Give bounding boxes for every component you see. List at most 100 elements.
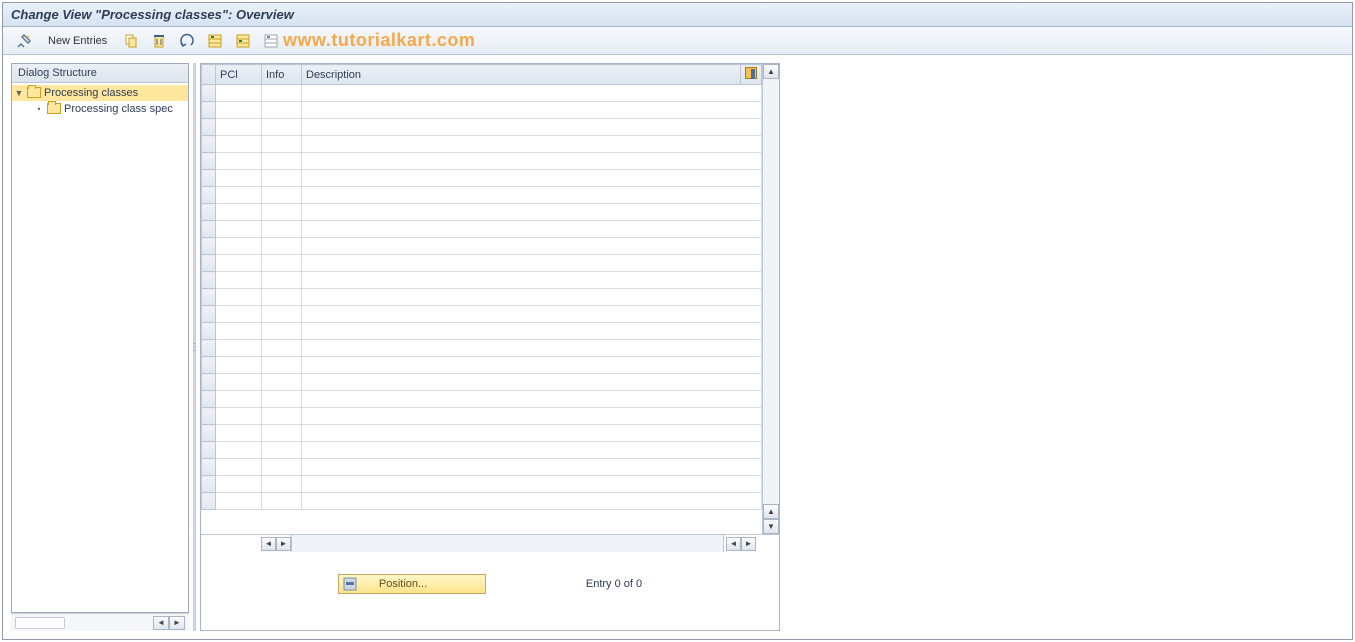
row-selector[interactable] — [202, 459, 216, 476]
delete-button[interactable] — [146, 31, 172, 51]
cell-pcl[interactable] — [216, 374, 262, 391]
row-selector[interactable] — [202, 442, 216, 459]
table-row[interactable] — [202, 204, 762, 221]
cell-pcl[interactable] — [216, 170, 262, 187]
row-selector[interactable] — [202, 306, 216, 323]
row-selector[interactable] — [202, 204, 216, 221]
table-row[interactable] — [202, 153, 762, 170]
row-selector[interactable] — [202, 272, 216, 289]
table-row[interactable] — [202, 102, 762, 119]
cell-pcl[interactable] — [216, 391, 262, 408]
table-row[interactable] — [202, 391, 762, 408]
table-row[interactable] — [202, 476, 762, 493]
cell-pcl[interactable] — [216, 272, 262, 289]
cell-info[interactable] — [262, 255, 302, 272]
cell-info[interactable] — [262, 119, 302, 136]
cell-description[interactable] — [302, 238, 762, 255]
row-selector[interactable] — [202, 85, 216, 102]
cell-description[interactable] — [302, 289, 762, 306]
cell-description[interactable] — [302, 272, 762, 289]
cell-description[interactable] — [302, 221, 762, 238]
cell-info[interactable] — [262, 340, 302, 357]
row-selector[interactable] — [202, 289, 216, 306]
cell-info[interactable] — [262, 204, 302, 221]
scroll-up-button[interactable]: ▲ — [763, 64, 779, 79]
cell-pcl[interactable] — [216, 255, 262, 272]
cell-description[interactable] — [302, 153, 762, 170]
column-header-description[interactable]: Description — [302, 65, 741, 85]
table-row[interactable] — [202, 306, 762, 323]
deselect-all-button[interactable] — [258, 31, 284, 51]
cell-description[interactable] — [302, 102, 762, 119]
row-selector[interactable] — [202, 340, 216, 357]
cell-pcl[interactable] — [216, 238, 262, 255]
cell-pcl[interactable] — [216, 323, 262, 340]
cell-pcl[interactable] — [216, 153, 262, 170]
cell-info[interactable] — [262, 238, 302, 255]
collapse-icon[interactable]: ▼ — [14, 88, 24, 98]
cell-description[interactable] — [302, 493, 762, 510]
hscroll-right-button[interactable]: ◄ — [726, 537, 741, 551]
cell-description[interactable] — [302, 323, 762, 340]
cell-info[interactable] — [262, 170, 302, 187]
vertical-scrollbar[interactable]: ▲ ▲ ▼ — [762, 64, 779, 534]
hscroll-right2-button[interactable]: ► — [741, 537, 756, 551]
cell-info[interactable] — [262, 102, 302, 119]
cell-info[interactable] — [262, 493, 302, 510]
table-row[interactable] — [202, 170, 762, 187]
cell-info[interactable] — [262, 476, 302, 493]
cell-info[interactable] — [262, 306, 302, 323]
cell-pcl[interactable] — [216, 85, 262, 102]
cell-info[interactable] — [262, 391, 302, 408]
table-row[interactable] — [202, 238, 762, 255]
cell-pcl[interactable] — [216, 357, 262, 374]
sidebar-scroll-left-button[interactable]: ◄ — [153, 616, 169, 630]
cell-pcl[interactable] — [216, 340, 262, 357]
scroll-track[interactable] — [763, 79, 779, 504]
cell-description[interactable] — [302, 136, 762, 153]
cell-pcl[interactable] — [216, 425, 262, 442]
cell-info[interactable] — [262, 408, 302, 425]
cell-info[interactable] — [262, 459, 302, 476]
table-row[interactable] — [202, 374, 762, 391]
cell-pcl[interactable] — [216, 442, 262, 459]
cell-pcl[interactable] — [216, 102, 262, 119]
table-row[interactable] — [202, 221, 762, 238]
row-selector[interactable] — [202, 476, 216, 493]
table-row[interactable] — [202, 442, 762, 459]
cell-description[interactable] — [302, 85, 762, 102]
cell-pcl[interactable] — [216, 493, 262, 510]
cell-description[interactable] — [302, 187, 762, 204]
cell-info[interactable] — [262, 187, 302, 204]
table-row[interactable] — [202, 323, 762, 340]
cell-info[interactable] — [262, 323, 302, 340]
row-selector[interactable] — [202, 255, 216, 272]
cell-pcl[interactable] — [216, 306, 262, 323]
cell-pcl[interactable] — [216, 408, 262, 425]
table-row[interactable] — [202, 357, 762, 374]
column-splitter[interactable] — [193, 63, 196, 631]
table-row[interactable] — [202, 459, 762, 476]
cell-info[interactable] — [262, 272, 302, 289]
cell-info[interactable] — [262, 221, 302, 238]
row-selector[interactable] — [202, 357, 216, 374]
row-selector[interactable] — [202, 425, 216, 442]
table-row[interactable] — [202, 408, 762, 425]
cell-info[interactable] — [262, 425, 302, 442]
cell-description[interactable] — [302, 170, 762, 187]
row-selector[interactable] — [202, 119, 216, 136]
sidebar-scroll-right-button[interactable]: ► — [169, 616, 185, 630]
table-row[interactable] — [202, 255, 762, 272]
undo-button[interactable] — [174, 31, 200, 51]
table-row[interactable] — [202, 85, 762, 102]
table-row[interactable] — [202, 272, 762, 289]
toggle-view-button[interactable] — [11, 31, 37, 51]
cell-pcl[interactable] — [216, 119, 262, 136]
position-button[interactable]: Position... — [338, 574, 486, 594]
hscroll-track[interactable] — [291, 535, 724, 552]
cell-description[interactable] — [302, 459, 762, 476]
table-row[interactable] — [202, 187, 762, 204]
table-row[interactable] — [202, 119, 762, 136]
scroll-down-button[interactable]: ▼ — [763, 519, 779, 534]
row-selector[interactable] — [202, 153, 216, 170]
